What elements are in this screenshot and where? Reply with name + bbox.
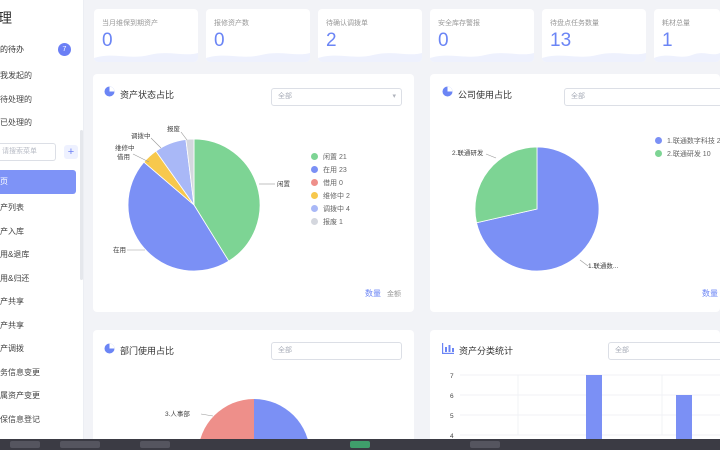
category-chart-bars (586, 375, 692, 445)
stat-card[interactable]: 待盘点任务数量 13 (542, 9, 646, 62)
y-tick-label: 6 (450, 393, 454, 400)
stat-label: 安全库存警报 (438, 20, 480, 27)
stat-card[interactable]: 当月维保到期资产 0 (94, 9, 198, 62)
sidebar-item-active[interactable]: 页 (0, 170, 76, 194)
category-bar-chart: 7 6 5 4 (450, 373, 720, 445)
legend-item[interactable]: 闲置 21 (323, 152, 347, 162)
stat-wave (318, 53, 422, 62)
stat-label: 当月维保到期资产 (102, 20, 158, 27)
sidebar-item[interactable]: 保信息登记 (0, 414, 40, 425)
legend-dot (655, 150, 662, 157)
menu-search-input[interactable]: 请搜索菜单 (0, 143, 56, 161)
stat-card[interactable]: 安全库存警报 0 (430, 9, 534, 62)
sidebar-sub-item[interactable]: 已处理的 (0, 117, 32, 128)
stat-wave (542, 53, 646, 62)
slice-label: 2.联通研发 (452, 148, 484, 157)
stat-label: 耗材总量 (662, 20, 690, 27)
sidebar-item[interactable]: 务信息变更 (0, 367, 40, 378)
stat-wave (206, 53, 310, 62)
slice-label: 维修中 (115, 143, 135, 152)
legend-item[interactable]: 维修中 2 (323, 191, 350, 201)
y-tick-label: 7 (450, 373, 454, 380)
sidebar-sub-item[interactable]: 我发起的 (0, 70, 32, 81)
legend-item[interactable]: 借用 0 (323, 178, 343, 188)
stat-label: 待确认调拨单 (326, 20, 368, 27)
sidebar-item[interactable]: 产入库 (0, 226, 24, 237)
count-toggle-link[interactable]: 数量 (365, 288, 381, 299)
stat-card[interactable]: 耗材总量 1 (654, 9, 720, 62)
department-usage-panel: 部门使用占比 全部 3.人事部 (93, 330, 414, 445)
legend-item[interactable]: 报废 1 (323, 217, 343, 227)
slice-label: 在用 (113, 245, 126, 254)
slice-label: 调拨中 (131, 131, 151, 140)
status-pie-chart: 闲置 在用 维修中 借用 调拨中 报废 (113, 124, 291, 272)
bar[interactable] (676, 395, 692, 445)
legend-item[interactable]: 1.联通数字科技 25 (667, 136, 720, 146)
os-taskbar (0, 439, 720, 450)
stat-card[interactable]: 报修资产数 0 (206, 9, 310, 62)
sidebar-todo-label: 的待办 (0, 45, 24, 54)
slice-label: 闲置 (277, 179, 291, 188)
pie-slice[interactable] (474, 146, 538, 224)
sidebar-title: 理 (0, 10, 12, 26)
count-toggle-link[interactable]: 数量 (702, 288, 718, 299)
sidebar-item[interactable]: 产共享 (0, 320, 24, 331)
sidebar-item[interactable]: 产列表 (0, 202, 24, 213)
sidebar-item[interactable]: 用&退库 (0, 249, 29, 260)
sidebar-sub-item[interactable]: 待处理的 (0, 94, 32, 105)
amount-toggle-link[interactable]: 金额 (387, 289, 401, 299)
add-menu-button[interactable]: + (64, 145, 78, 159)
y-tick-label: 5 (450, 413, 454, 420)
company-usage-panel: 公司使用占比 全部 2.联通研发 1.联通数... 1.联通数字科技 25 2.… (430, 74, 720, 312)
status-pie-slices (127, 138, 261, 272)
stat-wave (94, 53, 198, 62)
slice-label: 1.联通数... (588, 261, 619, 270)
stat-card[interactable]: 待确认调拨单 2 (318, 9, 422, 62)
slice-label: 借用 (117, 152, 130, 161)
company-pie-slices (474, 146, 600, 272)
legend-dot (311, 166, 318, 173)
bar[interactable] (586, 375, 602, 445)
sidebar-scrollbar[interactable] (80, 130, 83, 280)
legend-dot (311, 192, 318, 199)
sidebar-item[interactable]: 属资产变更 (0, 390, 40, 401)
legend-dot (311, 179, 318, 186)
stat-wave (654, 53, 720, 62)
sidebar-item[interactable]: 用&归还 (0, 273, 29, 284)
sidebar-item[interactable]: 产共享 (0, 296, 24, 307)
stat-label: 报修资产数 (214, 20, 249, 27)
sidebar-todo[interactable]: 的待办 7 (0, 43, 72, 58)
legend-dot (311, 153, 318, 160)
category-stats-panel: 资产分类统计 全部 7 6 5 4 (430, 330, 720, 445)
legend-dot (311, 218, 318, 225)
stat-wave (430, 53, 534, 62)
sidebar: 理 的待办 7 我发起的 待处理的 已处理的 请搜索菜单 + 页 产列表 产入库… (0, 0, 84, 440)
company-pie-chart: 2.联通研发 1.联通数... (452, 146, 619, 272)
legend-dot (311, 205, 318, 212)
asset-status-panel: 资产状态占比 全部 ▾ 闲置 在用 维修中 借用 调拨中 报废 闲置 21 在用… (93, 74, 414, 312)
slice-label: 3.人事部 (165, 409, 190, 418)
todo-count-badge: 7 (58, 43, 71, 56)
legend-item[interactable]: 调拨中 4 (323, 204, 350, 214)
slice-label: 报废 (167, 124, 181, 133)
legend-item[interactable]: 2.联通研发 10 (667, 149, 711, 159)
sidebar-item[interactable]: 产调拨 (0, 343, 24, 354)
department-pie-chart: 3.人事部 (165, 399, 310, 445)
legend-dot (655, 137, 662, 144)
legend-item[interactable]: 在用 23 (323, 165, 347, 175)
stat-label: 待盘点任务数量 (550, 20, 599, 27)
